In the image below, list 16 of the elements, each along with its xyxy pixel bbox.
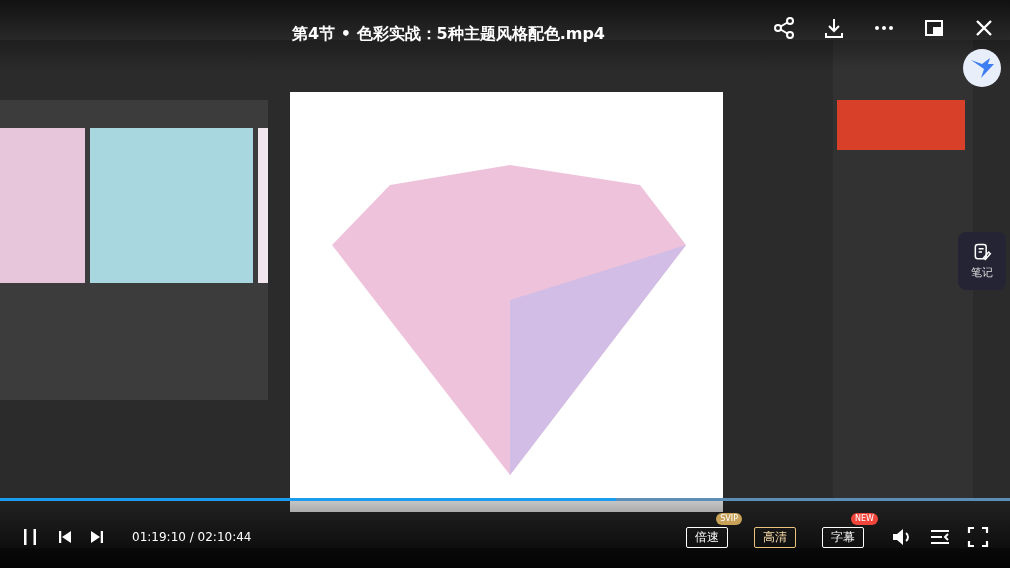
fullscreen-icon[interactable] (966, 525, 990, 549)
video-title: 第4节 • 色彩实战：5种主题风格配色.mp4 (292, 23, 605, 45)
playback-time: 01:19:10 / 02:10:44 (132, 530, 252, 544)
share-icon[interactable] (772, 16, 796, 40)
previous-icon[interactable] (56, 528, 74, 546)
note-button[interactable]: 笔记 (958, 232, 1006, 290)
download-icon[interactable] (822, 16, 846, 40)
note-label: 笔记 (971, 265, 993, 280)
option-button[interactable]: 倍速 (686, 527, 728, 548)
bird-icon[interactable] (962, 48, 1002, 88)
next-icon[interactable] (88, 528, 106, 546)
badge: NEW (851, 513, 878, 525)
badge: SVIP (716, 513, 742, 525)
note-icon (972, 242, 992, 262)
option-button[interactable]: 字幕 (822, 527, 864, 548)
option-button[interactable]: 高清 (754, 527, 796, 548)
